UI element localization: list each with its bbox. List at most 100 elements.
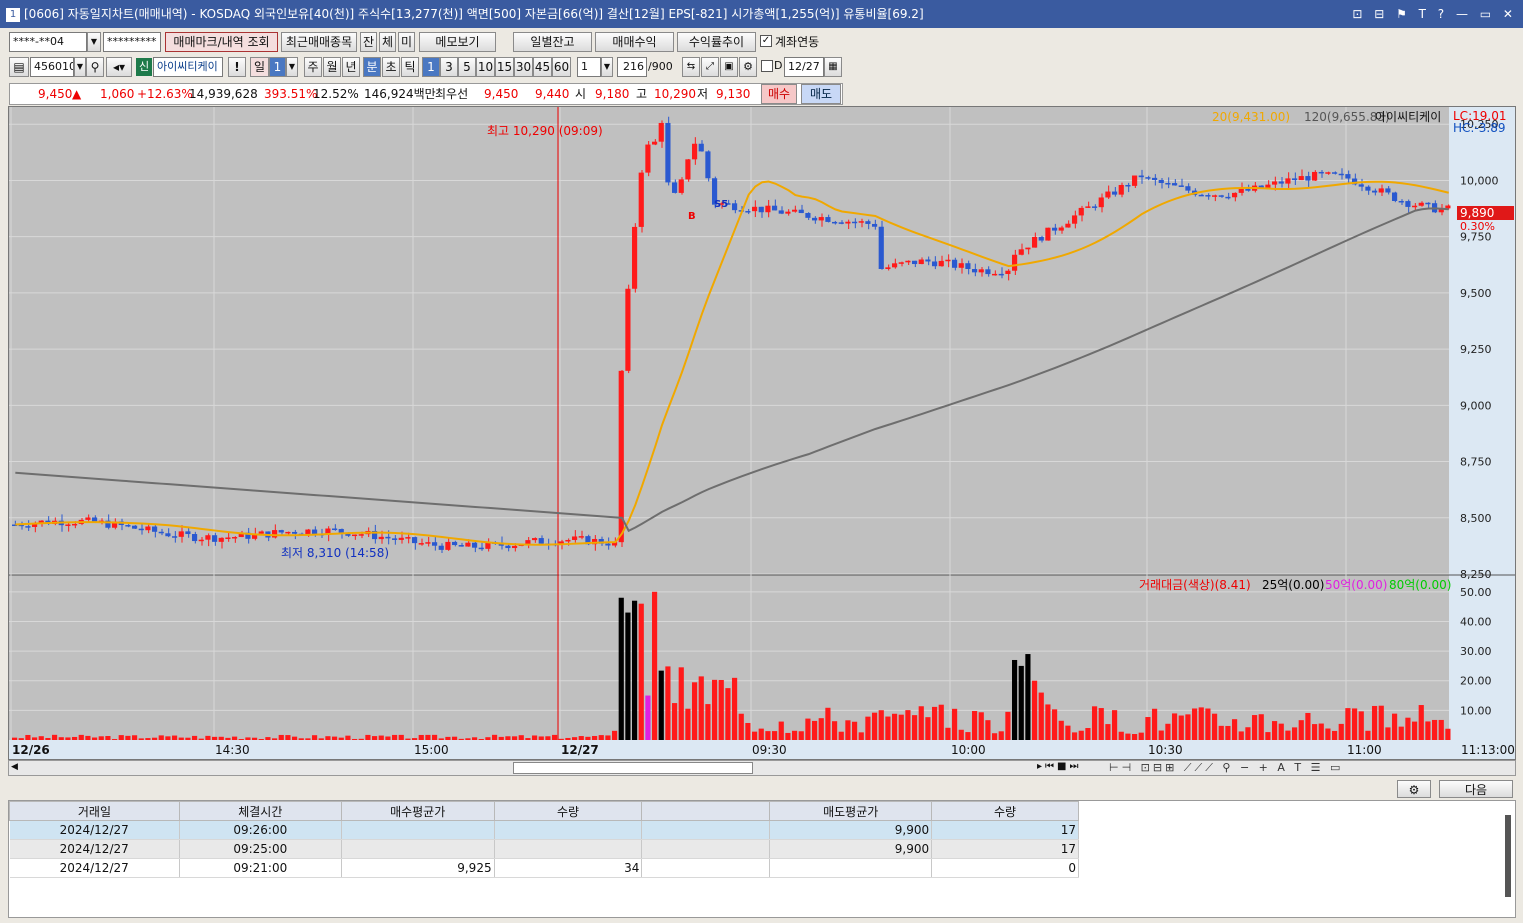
interval-3-button[interactable]: 3: [440, 57, 458, 77]
candle-body: [985, 269, 991, 275]
candle-body: [1165, 182, 1171, 185]
volume-bar: [472, 737, 478, 740]
volume-bar: [1445, 728, 1451, 740]
daily-balance-button[interactable]: 일별잔고: [513, 32, 592, 52]
account-dropdown-icon[interactable]: ▼: [87, 32, 101, 52]
candle-body: [758, 206, 764, 213]
interval-15-button[interactable]: 15: [495, 57, 514, 77]
buy-button[interactable]: 매수: [761, 84, 797, 104]
scroll-left-icon[interactable]: ◀: [11, 762, 18, 772]
table-row[interactable]: 2024/12/27 09:26:00 9,900 17: [9, 820, 1079, 840]
low-price: 9,130: [716, 87, 751, 101]
balance-button[interactable]: 잔: [360, 32, 377, 52]
compare-icon[interactable]: ⇆: [682, 57, 700, 77]
interval-30-button[interactable]: 30: [514, 57, 533, 77]
interval-45-button[interactable]: 45: [533, 57, 552, 77]
candle-body: [165, 533, 171, 537]
volume-bar: [1258, 714, 1264, 740]
search-icon[interactable]: ⚲: [86, 57, 104, 77]
memo-button[interactable]: 메모보기: [419, 32, 496, 52]
grid-scrollbar[interactable]: [1505, 815, 1511, 897]
volume: 14,939,628: [189, 87, 258, 101]
stock-code-input[interactable]: 456010: [30, 57, 74, 77]
candle-body: [958, 263, 964, 268]
password-field[interactable]: *********: [103, 32, 161, 52]
volume-bar: [332, 736, 338, 740]
candle-body: [85, 517, 91, 520]
period-tick-button[interactable]: 틱: [401, 57, 419, 77]
interval-60-button[interactable]: 60: [552, 57, 571, 77]
candle-body: [352, 534, 358, 537]
chart-area[interactable]: 10,250 10,000 9,750 9,500 9,250 9,000 8,750 8,5…: [8, 106, 1516, 760]
next-button[interactable]: 다음: [1439, 780, 1513, 798]
volume-bar: [58, 737, 64, 740]
vol-tick-label: 20.00: [1460, 675, 1492, 688]
volume-bar: [465, 738, 471, 740]
candle-body: [405, 537, 411, 539]
period-minute-button[interactable]: 분: [363, 57, 381, 77]
save-icon[interactable]: ▣: [720, 57, 738, 77]
period-year-button[interactable]: 년: [342, 57, 360, 77]
candle-body: [218, 537, 224, 542]
candle-body: [472, 542, 478, 548]
scroll-thumb[interactable]: [513, 762, 753, 774]
interval-dropdown-icon[interactable]: ▼: [601, 57, 613, 77]
code-search-icon[interactable]: ▤: [9, 57, 29, 77]
account-select[interactable]: ****-**04: [9, 32, 87, 52]
table-row[interactable]: 2024/12/27 09:25:00 9,900 17: [9, 839, 1079, 859]
mark-query-button[interactable]: 매매마크/내역 조회: [165, 32, 278, 52]
volume-bar: [378, 735, 384, 740]
period-second-button[interactable]: 초: [382, 57, 400, 77]
interval-1-button[interactable]: 1: [422, 57, 440, 77]
chart-scrollbar[interactable]: ◀ ▸⏮■⏭ ⊢⊣ ⊡⊟⊞ ⟋⟋⟋ ⚲ − + A T ☰ ▭: [8, 760, 1516, 776]
trade-profit-button[interactable]: 매매수익: [595, 32, 674, 52]
day-count-select[interactable]: 1: [269, 57, 286, 77]
speaker-icon[interactable]: ◂▾: [106, 57, 132, 77]
stock-name-field[interactable]: 아이씨티케이: [153, 57, 223, 77]
account-link-checkbox[interactable]: ✓: [760, 35, 772, 47]
candle-body: [1232, 192, 1238, 198]
recent-trades-button[interactable]: 최근매매종목: [281, 32, 357, 52]
trendline-icon[interactable]: ⤢: [701, 57, 719, 77]
candle-body: [845, 221, 851, 224]
candle-body: [678, 179, 684, 193]
interval-input[interactable]: 1: [577, 57, 601, 77]
profit-rate-button[interactable]: 수익률추이: [677, 32, 756, 52]
table-row[interactable]: 2024/12/27 09:21:00 9,925 34 0: [9, 858, 1079, 878]
volume-bar: [918, 706, 924, 740]
candle-body: [1132, 175, 1138, 186]
volume-bar: [485, 737, 491, 740]
alert-icon[interactable]: !: [228, 57, 246, 77]
calendar-icon[interactable]: ▦: [824, 57, 842, 77]
unexecuted-button[interactable]: 미: [398, 32, 415, 52]
candle-body: [292, 531, 298, 534]
volume-bar: [1158, 730, 1164, 740]
executed-button[interactable]: 체: [379, 32, 396, 52]
volume-bar: [272, 738, 278, 740]
bar-count-input[interactable]: 216: [617, 57, 647, 77]
window-controls[interactable]: ⊡ ⊟ ⚑ T ? — ▭ ✕: [1352, 0, 1517, 28]
high-price: 10,290: [654, 87, 696, 101]
candle-body: [1272, 181, 1278, 185]
period-week-button[interactable]: 주: [304, 57, 322, 77]
chart-tools-icon[interactable]: ⊢⊣ ⊡⊟⊞ ⟋⟋⟋ ⚲ − + A T ☰ ▭: [1109, 761, 1343, 775]
date-checkbox[interactable]: [761, 60, 773, 72]
grid-settings-icon[interactable]: ⚙: [1397, 780, 1431, 798]
candle-body: [865, 221, 871, 224]
interval-10-button[interactable]: 10: [476, 57, 495, 77]
code-dropdown-icon[interactable]: ▼: [74, 57, 86, 77]
gear-icon[interactable]: ⚙: [739, 57, 757, 77]
playback-controls-icon[interactable]: ▸⏮■⏭: [1037, 761, 1081, 772]
period-month-button[interactable]: 월: [323, 57, 341, 77]
date-input[interactable]: 12/27: [784, 57, 824, 77]
volume-bar: [298, 738, 304, 740]
candle-body: [1092, 206, 1098, 208]
volume-bar: [645, 695, 651, 740]
day-count-dropdown-icon[interactable]: ▼: [286, 57, 298, 77]
interval-5-button[interactable]: 5: [458, 57, 476, 77]
volume-bar: [1165, 723, 1171, 740]
period-day-button[interactable]: 일: [250, 57, 269, 77]
volume-bar: [1245, 727, 1251, 740]
sell-button[interactable]: 매도: [801, 84, 841, 104]
volume-bar: [958, 729, 964, 740]
